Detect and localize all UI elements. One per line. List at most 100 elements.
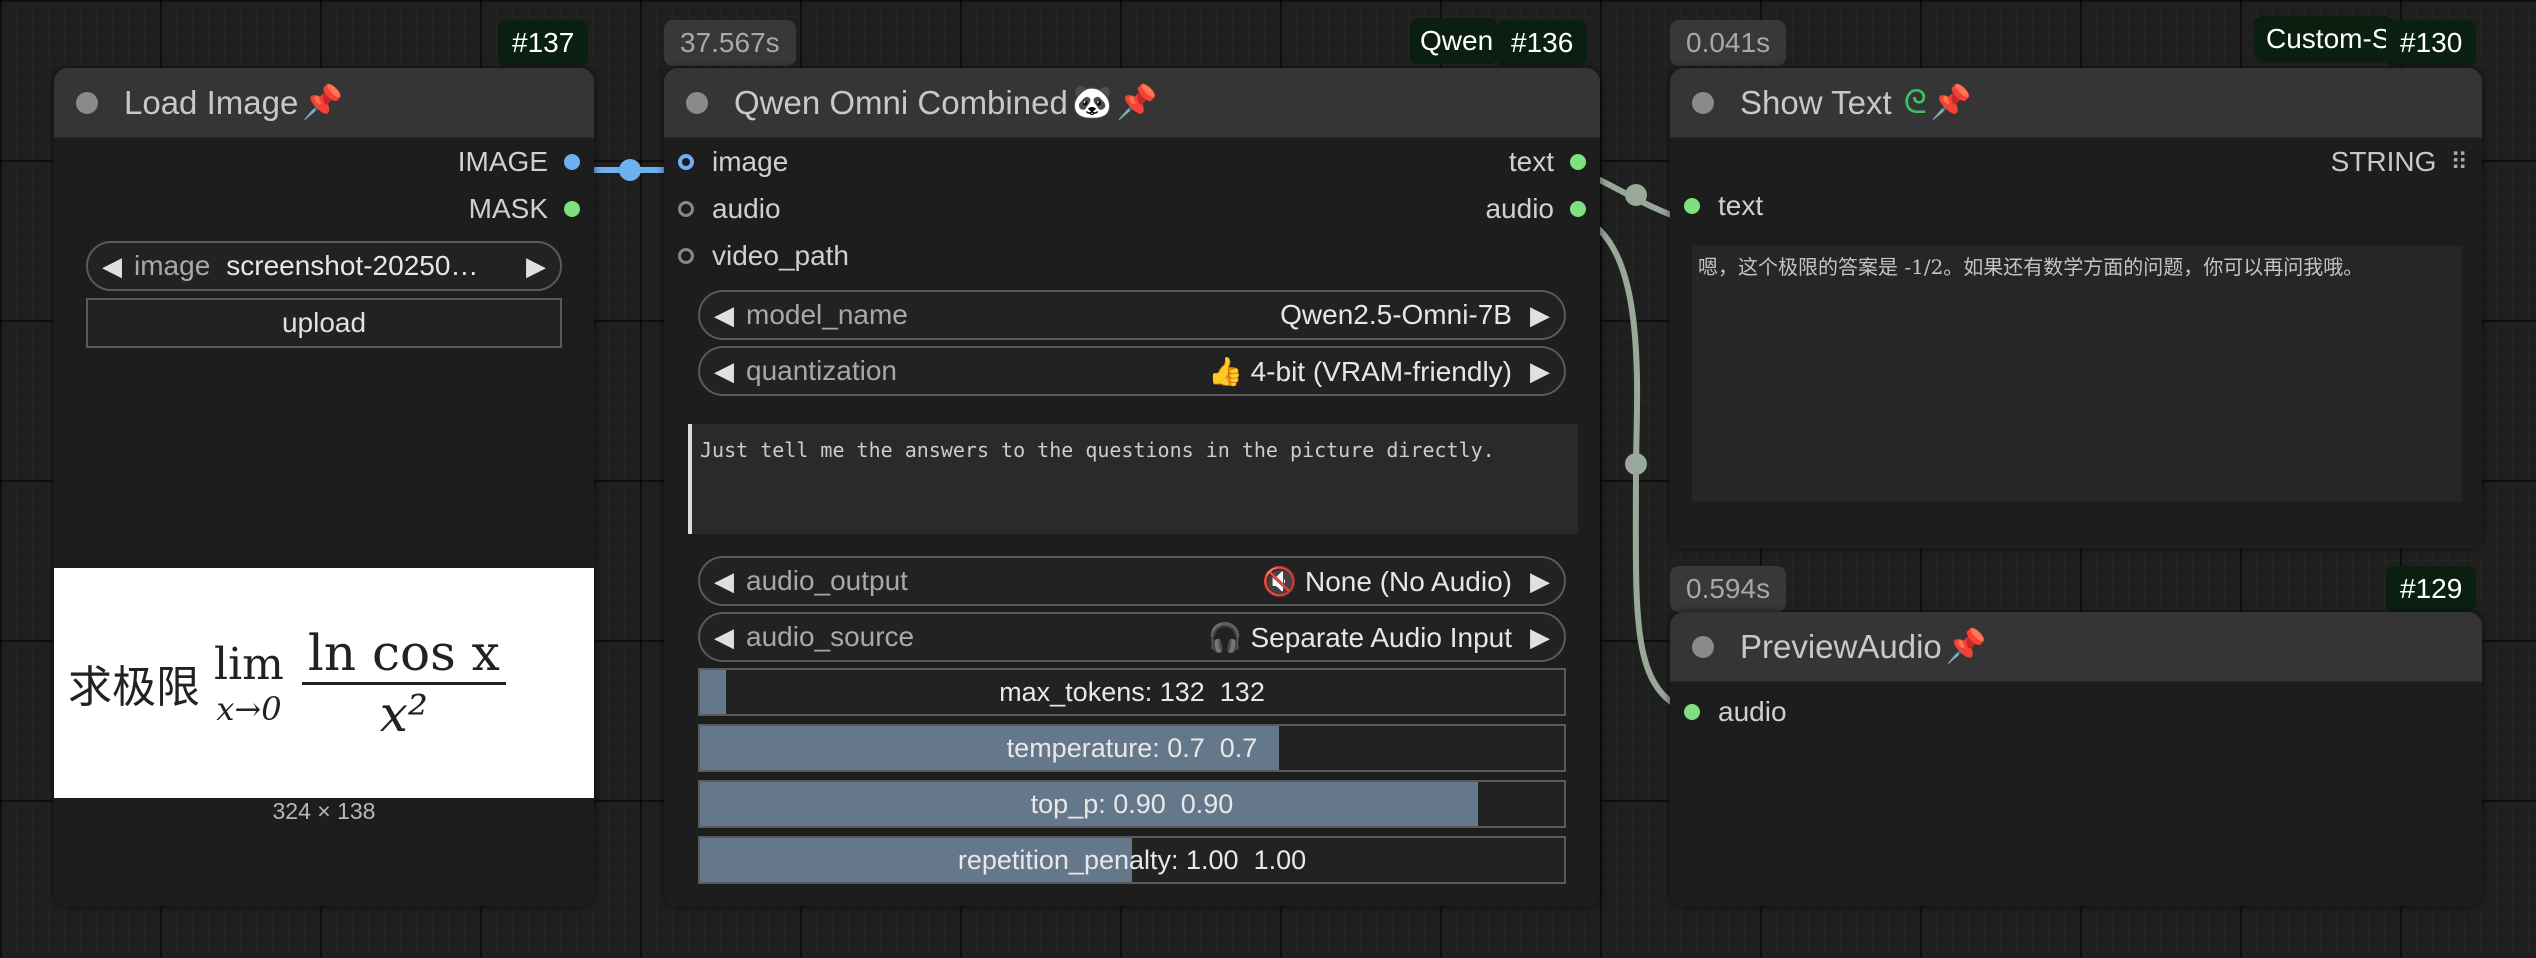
output-textarea[interactable]: 嗯，这个极限的答案是 -1/2。如果还有数学方面的问题，你可以再问我哦。: [1692, 246, 2462, 502]
slot-dot[interactable]: [564, 154, 580, 170]
slot-dot[interactable]: [1570, 201, 1586, 217]
slot-dot[interactable]: [564, 201, 580, 217]
slot-dot[interactable]: [678, 154, 694, 170]
node-body: STRING ⠿ text 嗯，这个极限的答案是 -1/2。如果还有数学方面的问…: [1670, 138, 2482, 548]
pin-icon: 📌: [302, 83, 344, 120]
formula-lim-sub: x→0: [216, 689, 282, 728]
arrow-left-icon[interactable]: ◀: [714, 356, 734, 387]
output-text-slot[interactable]: text: [1509, 146, 1586, 178]
temperature-slider[interactable]: temperature: 0.7 0.7: [698, 724, 1566, 772]
formula-lim: lim x→0: [214, 639, 284, 728]
node-title-bar[interactable]: Show Text ᘓ 📌: [1670, 68, 2482, 138]
slot-label: audio: [712, 193, 781, 224]
execution-time: 0.041s: [1670, 20, 1787, 66]
arrow-right-icon[interactable]: ▶: [1530, 566, 1550, 597]
node-title: Qwen Omni Combined: [734, 83, 1068, 121]
qwen-omni-node[interactable]: Qwen Omni Combined 🐼 📌 image audio video…: [664, 68, 1600, 906]
show-text-node[interactable]: Show Text ᘓ 📌 STRING ⠿ text 嗯，这个极限的答案是 -…: [1670, 68, 2482, 548]
arrow-right-icon[interactable]: ▶: [1530, 300, 1550, 331]
node-id-badge: #136: [1497, 20, 1588, 66]
combo-value: 🎧 Separate Audio Input: [1207, 621, 1512, 653]
output-mask-slot[interactable]: MASK: [469, 193, 580, 225]
formula-prefix: 求极限: [68, 662, 200, 713]
collapse-dot[interactable]: [76, 91, 98, 114]
output-string-slot[interactable]: STRING ⠿: [2331, 146, 2468, 178]
slot-dot[interactable]: [1684, 704, 1700, 720]
link-image-midpoint: [619, 159, 641, 181]
image-preview: 求极限 lim x→0 ln cos x x²: [54, 568, 594, 798]
output-audio-slot[interactable]: audio: [1485, 193, 1586, 225]
arrow-right-icon[interactable]: ▶: [1530, 622, 1550, 653]
slot-dot[interactable]: [678, 248, 694, 264]
node-id-badge: #130: [2386, 20, 2477, 66]
formula-denominator: x²: [379, 684, 428, 743]
arrow-right-icon[interactable]: ▶: [526, 251, 546, 282]
combo-value: 👍 4-bit (VRAM-friendly): [1207, 355, 1512, 387]
arrow-left-icon[interactable]: ◀: [102, 251, 122, 282]
input-audio-slot[interactable]: audio: [678, 193, 781, 225]
node-id-badge: #137: [498, 20, 589, 66]
upload-button[interactable]: upload: [86, 298, 562, 348]
node-title: Load Image: [124, 83, 299, 121]
snake-icon: ᘓ: [1903, 83, 1927, 120]
pin-icon: 📌: [1116, 83, 1158, 120]
prompt-textarea[interactable]: Just tell me the answers to the question…: [688, 424, 1578, 534]
slot-label: MASK: [468, 193, 548, 224]
top-p-slider[interactable]: top_p: 0.90 0.90: [698, 780, 1566, 828]
image-combo[interactable]: ◀ image screenshot-20250… ▶: [86, 241, 562, 291]
link-audio-midpoint: [1625, 453, 1647, 475]
node-source-badge: Custom-S: [2254, 16, 2394, 62]
preview-audio-node[interactable]: PreviewAudio 📌 audio: [1670, 612, 2482, 906]
combo-label: image: [134, 250, 211, 281]
slider-label: top_p: 0.90 0.90: [1030, 788, 1234, 819]
combo-label: audio_output: [746, 565, 908, 596]
audio-output-combo[interactable]: ◀ audio_output 🔇 None (No Audio) ▶: [698, 556, 1566, 606]
combo-label: audio_source: [746, 621, 915, 652]
slot-label: text: [1718, 190, 1764, 221]
node-title: Show Text: [1740, 83, 1892, 121]
input-text-slot[interactable]: text: [1684, 190, 1763, 222]
combo-label: model_name: [746, 299, 908, 330]
max-tokens-slider[interactable]: max_tokens: 132 132: [698, 668, 1566, 716]
link-text-midpoint: [1625, 184, 1647, 206]
arrow-right-icon[interactable]: ▶: [1530, 356, 1550, 387]
node-title: PreviewAudio: [1740, 627, 1942, 665]
input-audio-slot[interactable]: audio: [1684, 696, 1787, 728]
combo-value: screenshot-20250…: [226, 250, 479, 281]
repetition-penalty-slider[interactable]: repetition_penalty: 1.00 1.00: [698, 836, 1566, 884]
collapse-dot[interactable]: [686, 91, 708, 114]
slot-label: video_path: [712, 240, 850, 271]
collapse-dot[interactable]: [1692, 91, 1714, 114]
slot-label: image: [712, 146, 789, 177]
arrow-left-icon[interactable]: ◀: [714, 300, 734, 331]
node-title-bar[interactable]: Load Image 📌: [54, 68, 594, 138]
model-name-combo[interactable]: ◀ model_name Qwen2.5-Omni-7B ▶: [698, 290, 1566, 340]
pin-icon: 📌: [1930, 83, 1972, 120]
slider-label: repetition_penalty: 1.00 1.00: [957, 844, 1307, 875]
slot-label: audio: [1718, 696, 1787, 727]
arrow-left-icon[interactable]: ◀: [714, 622, 734, 653]
slot-dot[interactable]: [1570, 154, 1586, 170]
formula-fraction: ln cos x x²: [301, 624, 506, 743]
slot-label: audio: [1485, 193, 1554, 224]
grid-icon: ⠿: [2450, 148, 2468, 176]
slot-label: text: [1508, 146, 1554, 177]
execution-time: 0.594s: [1670, 566, 1787, 612]
node-body: IMAGE MASK ◀ image screenshot-20250… ▶ u…: [54, 138, 594, 906]
slot-dot[interactable]: [678, 201, 694, 217]
quantization-combo[interactable]: ◀ quantization 👍 4-bit (VRAM-friendly) ▶: [698, 346, 1566, 396]
arrow-left-icon[interactable]: ◀: [714, 566, 734, 597]
load-image-node[interactable]: Load Image 📌 IMAGE MASK ◀ image screensh…: [54, 68, 594, 906]
collapse-dot[interactable]: [1692, 635, 1714, 658]
node-id-badge: #129: [2386, 566, 2477, 612]
node-title-bar[interactable]: Qwen Omni Combined 🐼 📌: [664, 68, 1600, 138]
input-image-slot[interactable]: image: [678, 146, 788, 178]
slot-label: IMAGE: [457, 146, 548, 177]
input-video-path-slot[interactable]: video_path: [678, 240, 849, 272]
panda-icon: 🐼: [1071, 83, 1113, 120]
slot-dot[interactable]: [1684, 198, 1700, 214]
node-title-bar[interactable]: PreviewAudio 📌: [1670, 612, 2482, 682]
audio-source-combo[interactable]: ◀ audio_source 🎧 Separate Audio Input ▶: [698, 612, 1566, 662]
image-dimensions: 324 × 138: [272, 798, 376, 824]
output-image-slot[interactable]: IMAGE: [458, 146, 580, 178]
